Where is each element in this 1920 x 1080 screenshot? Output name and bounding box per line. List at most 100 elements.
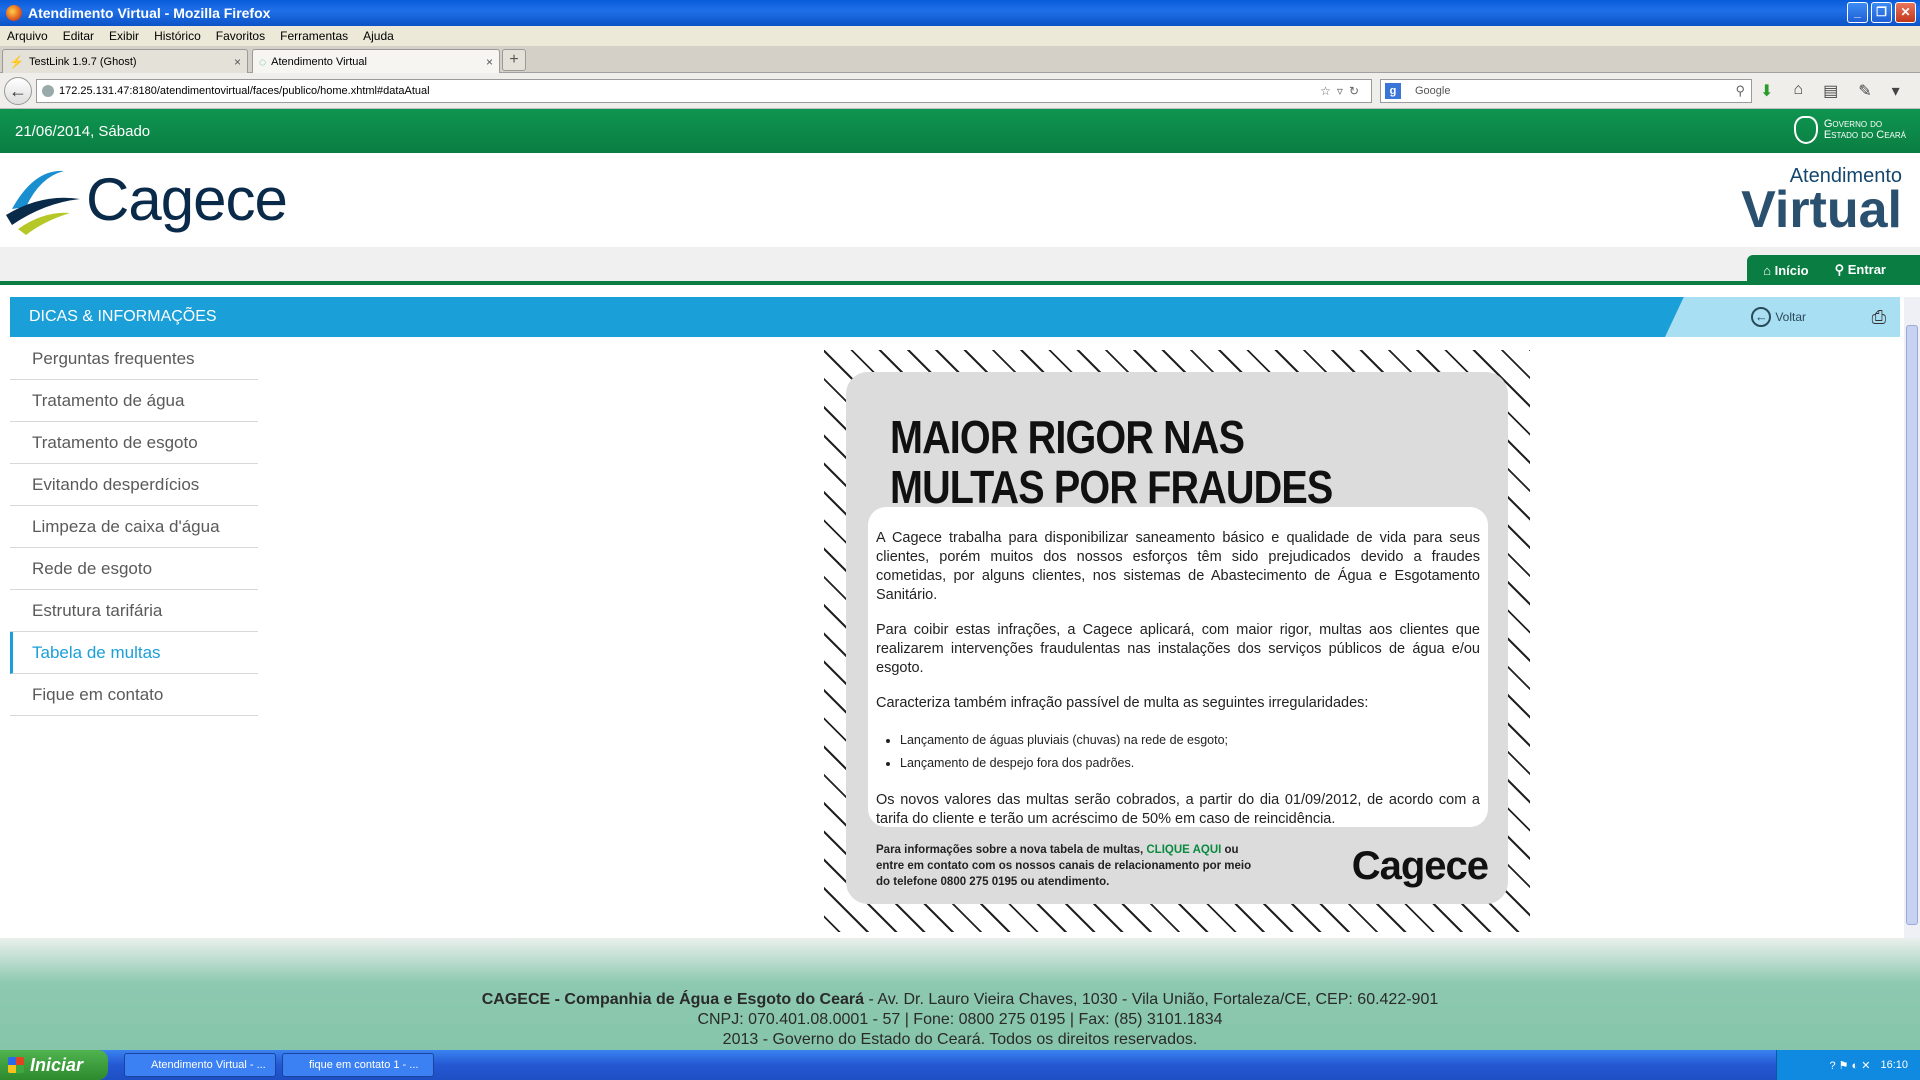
atendimento-virtual-logo[interactable]: Atendimento Virtual <box>1741 165 1902 239</box>
search-placeholder: Google <box>1415 85 1451 97</box>
footer-line3: 2013 - Governo do Estado do Ceará. Todos… <box>722 1031 1198 1048</box>
sidebar-item-tratamento-esgoto[interactable]: Tratamento de esgoto <box>10 422 258 464</box>
bookmark-star-icon[interactable]: ☆▿↻ <box>1320 84 1365 98</box>
nav-entrar[interactable]: ⚲ Entrar <box>1835 262 1886 278</box>
poster-title: MAIOR RIGOR NAS MULTAS POR FRAUDES <box>890 411 1333 513</box>
footer-line1: CAGECE - Companhia de Água e Esgoto do C… <box>0 990 1920 1010</box>
system-tray: ? ⚑ ◐ ✕ 16:10 <box>1776 1050 1920 1080</box>
irregularities-list: Lançamento de águas pluviais (chuvas) na… <box>900 729 1480 775</box>
maximize-button[interactable]: ❐ <box>1871 2 1892 23</box>
menu-ferramentas[interactable]: Ferramentas <box>280 29 348 43</box>
poster-paragraph: Os novos valores das multas serão cobrad… <box>876 792 1480 827</box>
taskbar-item-fique-contato[interactable]: fique em contato 1 - ... <box>282 1053 434 1077</box>
start-button[interactable]: Iniciar <box>0 1050 108 1080</box>
back-button[interactable]: ← <box>4 77 32 105</box>
nav-inicio[interactable]: ⌂ Início <box>1763 263 1808 278</box>
nav-entrar-label: Entrar <box>1847 262 1886 277</box>
foot-text-c: atendimento. <box>1037 876 1110 888</box>
list-item: Lançamento de despejo fora dos padrões. <box>900 752 1480 775</box>
logo-text: Cagece <box>86 165 288 233</box>
addons-icon[interactable]: ▤ <box>1823 81 1838 101</box>
sidebar-item-tratamento-agua[interactable]: Tratamento de água <box>10 380 258 422</box>
poster-paragraph: A Cagece trabalha para disponibilizar sa… <box>876 530 1480 603</box>
extension-icon[interactable]: ✎ <box>1858 81 1871 101</box>
foot-text-a: Para informações sobre a nova tabela de … <box>876 844 1144 856</box>
cagece-logo[interactable]: Cagece <box>4 161 288 237</box>
minimize-button[interactable]: _ <box>1847 2 1868 23</box>
windows-flag-icon <box>8 1057 24 1073</box>
poster-title-line1: MAIOR RIGOR NAS <box>890 411 1245 463</box>
gov-ceara-logo[interactable]: Governo do Estado do Ceará <box>1793 116 1906 144</box>
close-button[interactable]: ✕ <box>1895 2 1916 23</box>
tray-icons[interactable]: ? ⚑ ◐ ✕ <box>1829 1059 1870 1072</box>
download-icon[interactable]: ⬇ <box>1760 81 1773 101</box>
poster-paragraph: Caracteriza também infração passível de … <box>876 695 1369 711</box>
date-bar: 21/06/2014, Sábado Governo do Estado do C… <box>0 109 1920 153</box>
menu-editar[interactable]: Editar <box>63 29 94 43</box>
menu-historico[interactable]: Histórico <box>154 29 201 43</box>
section-title: DICAS & INFORMAÇÕES <box>29 308 217 325</box>
footer-address: - Av. Dr. Lauro Vieira Chaves, 1030 - Vi… <box>864 991 1439 1008</box>
back-link[interactable]: ← Voltar <box>1751 307 1806 327</box>
tab-label: Atendimento Virtual <box>271 55 367 68</box>
tab-close-icon[interactable]: × <box>486 55 493 69</box>
poster-paragraph: Para coibir estas infrações, a Cagece ap… <box>876 622 1480 676</box>
scrollbar-thumb[interactable] <box>1906 325 1918 925</box>
footer-company: CAGECE - Companhia de Água e Esgoto do C… <box>481 991 865 1008</box>
clique-aqui-link[interactable]: CLIQUE AQUI <box>1146 844 1221 856</box>
window-title: Atendimento Virtual - Mozilla Firefox <box>28 5 271 21</box>
window-titlebar: Atendimento Virtual - Mozilla Firefox _ … <box>0 0 1920 26</box>
menu-arquivo[interactable]: Arquivo <box>7 29 48 43</box>
poster-cagece-logo: Cagece <box>1351 844 1489 888</box>
menu-favoritos[interactable]: Favoritos <box>216 29 265 43</box>
tab-atendimento[interactable]: ◌ Atendimento Virtual × <box>252 49 500 73</box>
sidebar-item-tabela-multas[interactable]: Tabela de multas <box>10 632 258 674</box>
taskbar-item-firefox[interactable]: Atendimento Virtual - ... <box>124 1053 276 1077</box>
google-search-engine-icon[interactable]: g <box>1385 83 1401 99</box>
home-icon[interactable]: ⌂ <box>1793 81 1803 101</box>
brand-header: Cagece Atendimento Virtual <box>0 153 1920 247</box>
menu-ajuda[interactable]: Ajuda <box>363 29 394 43</box>
new-tab-button[interactable]: + <box>502 49 526 71</box>
current-date: 21/06/2014, Sábado <box>15 122 151 140</box>
navigation-bar: ← 172.25.131.47:8180/atendimentovirtual/… <box>0 73 1920 109</box>
section-header: DICAS & INFORMAÇÕES ← Voltar ⎙ <box>10 297 1900 337</box>
gov-line2: Estado do Ceará <box>1823 129 1906 141</box>
page-scrollbar[interactable] <box>1904 297 1920 939</box>
back-arrow-icon: ← <box>1751 307 1772 327</box>
print-icon[interactable]: ⎙ <box>1872 307 1886 328</box>
search-input[interactable]: g Google ⚲ <box>1380 79 1752 103</box>
poster-card: A Cagece trabalha para disponibilizar sa… <box>868 507 1488 827</box>
menu-chevron-icon[interactable]: ▾ <box>1892 81 1900 101</box>
poster-footer-text: Para informações sobre a nova tabela de … <box>876 842 1256 890</box>
menu-exibir[interactable]: Exibir <box>109 29 139 43</box>
tab-favicon-icon: ◌ <box>259 54 267 69</box>
multas-poster: MAIOR RIGOR NAS MULTAS POR FRAUDES A Cage… <box>824 350 1530 932</box>
av-bottom: Virtual <box>1741 181 1902 239</box>
tab-label: TestLink 1.9.7 (Ghost) <box>28 55 137 68</box>
clock: 16:10 <box>1880 1059 1908 1071</box>
address-bar[interactable]: 172.25.131.47:8180/atendimentovirtual/fa… <box>36 79 1372 103</box>
search-icon[interactable]: ⚲ <box>1735 83 1745 99</box>
sidebar-item-limpeza[interactable]: Limpeza de caixa d'água <box>10 506 258 548</box>
list-item: Lançamento de águas pluviais (chuvas) na… <box>900 729 1480 752</box>
top-nav-band: ⌂ Início ⚲ Entrar <box>0 247 1920 285</box>
testlink-icon: ⚡ <box>9 54 24 69</box>
back-label: Voltar <box>1775 310 1806 324</box>
poster-title-line2: MULTAS POR FRAUDES <box>890 461 1333 513</box>
sidebar-item-perguntas[interactable]: Perguntas frequentes <box>10 338 258 380</box>
tab-close-icon[interactable]: × <box>234 55 241 69</box>
site-identity-icon[interactable] <box>42 85 54 97</box>
nav-inicio-label: Início <box>1774 262 1809 278</box>
cagece-swirl-icon <box>6 170 80 235</box>
start-label: Iniciar <box>30 1054 84 1075</box>
tab-testlink[interactable]: ⚡ TestLink 1.9.7 (Ghost) × <box>2 49 248 73</box>
url-text: 172.25.131.47:8180/atendimentovirtual/fa… <box>59 85 430 97</box>
firefox-icon <box>6 5 22 21</box>
menu-bar: Arquivo Editar Exibir Histórico Favorito… <box>0 26 1920 46</box>
sidebar-item-estrutura[interactable]: Estrutura tarifária <box>10 590 258 632</box>
sidebar-item-desperdicios[interactable]: Evitando desperdícios <box>10 464 258 506</box>
sidebar-item-rede-esgoto[interactable]: Rede de esgoto <box>10 548 258 590</box>
sidebar-item-contato[interactable]: Fique em contato <box>10 674 258 716</box>
seal-icon <box>1793 116 1818 144</box>
